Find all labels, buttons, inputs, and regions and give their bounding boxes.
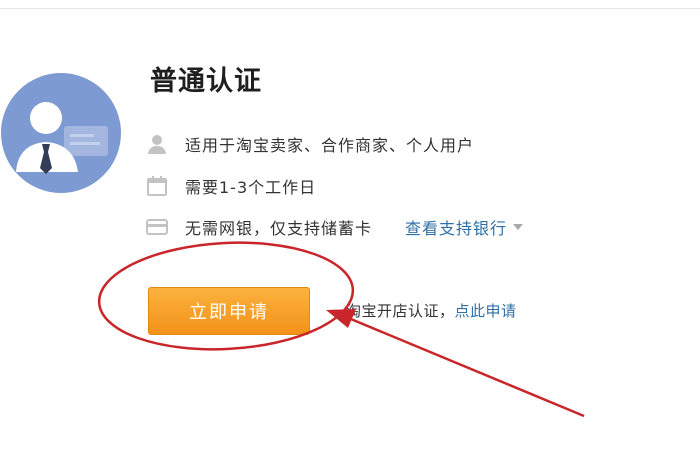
info-row-duration: 需要1-3个工作日 [146,174,316,198]
person-icon [148,135,166,154]
info-row-users-text: 适用于淘宝卖家、合作商家、个人用户 [185,136,475,155]
annotation-arrow-line [345,315,585,418]
info-row-bank-text: 无需网银，仅支持储蓄卡 [185,219,373,238]
shop-verification-link[interactable]: 点此申请 [455,302,517,320]
supported-banks-link[interactable]: 查看支持银行 [405,215,507,239]
top-divider [0,8,700,9]
info-row-duration-text: 需要1-3个工作日 [185,178,317,197]
apply-now-button[interactable]: 立即申请 [148,287,310,335]
verification-page: 普通认证 适用于淘宝卖家、合作商家、个人用户 需要1-3个工作日 无需网银，仅支… [0,0,700,470]
shop-verification-text: 淘宝开店认证， [346,302,455,320]
bank-card-icon [146,219,168,235]
info-row-bank: 无需网银，仅支持储蓄卡 查看支持银行 [146,215,524,239]
shop-verification-note: 淘宝开店认证，点此申请 [346,300,517,321]
user-avatar-icon [1,73,121,193]
chevron-down-icon[interactable] [513,224,524,230]
card-title: 普通认证 [150,66,262,97]
info-row-users: 适用于淘宝卖家、合作商家、个人用户 [146,132,474,156]
calendar-icon [147,176,167,196]
